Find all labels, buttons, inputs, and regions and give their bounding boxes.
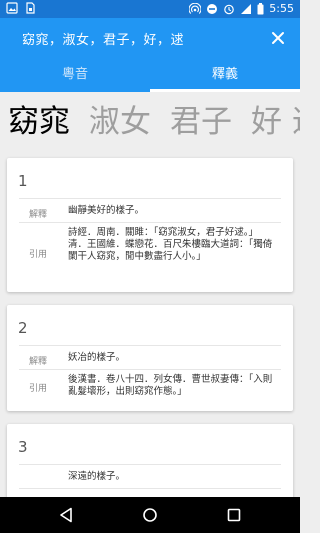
card-number: 1 xyxy=(18,172,28,190)
row-label: 引用 xyxy=(29,250,48,260)
row-label: 引用 xyxy=(29,384,48,394)
tab-definition[interactable]: 釋義 xyxy=(150,58,300,92)
definition-card: 2 解釋 妖冶的樣子。 引用 後漢書．卷八十四．列女傳．曹世叔妻傳：「入則亂髮壞… xyxy=(7,305,293,411)
lte-signal-icon xyxy=(240,3,252,15)
close-icon xyxy=(272,32,284,44)
word-item[interactable]: 淑女 xyxy=(89,102,151,142)
definition-row: 解釋 幽靜美好的樣子。 xyxy=(19,198,281,222)
tab-cantonese[interactable]: 粵音 xyxy=(0,58,150,92)
image-notification-icon xyxy=(6,2,18,14)
battery-icon xyxy=(257,3,264,15)
citation-row: 引用 後漢書．卷八十四．列女傳．曹世叔妻傳：「入則亂髮壞形，出則窈窕作態。」 xyxy=(19,369,281,405)
definition-row: 深遠的樣子。 xyxy=(19,464,281,488)
word-item-current[interactable]: 窈窕 xyxy=(8,102,70,142)
row-label: 解釋 xyxy=(29,210,48,220)
home-button[interactable] xyxy=(140,505,160,525)
card-number: 3 xyxy=(18,438,28,456)
card-number: 2 xyxy=(18,319,28,337)
app-bar: 窈窕，淑女，君子，好，逑 xyxy=(0,18,300,58)
status-left xyxy=(6,2,36,14)
row-text: 後漢書．卷八十四．列女傳．曹世叔妻傳：「入則亂髮壞形，出則窈窕作態。」 xyxy=(68,374,273,397)
row-text: 詩經．周南．關雎：「窈窕淑女，君子好逑。」 清．王國維．蝶戀花．百尺朱樓臨大道詞… xyxy=(68,227,273,262)
row-label: 解釋 xyxy=(29,357,48,367)
row-text: 幽靜美好的樣子。 xyxy=(68,205,145,216)
tab-bar: 粵音 釋義 xyxy=(0,58,300,92)
back-icon xyxy=(60,507,72,523)
home-icon xyxy=(143,508,157,522)
recents-button[interactable] xyxy=(224,505,244,525)
search-query-title: 窈窕，淑女，君子，好，逑 xyxy=(22,33,185,48)
word-item[interactable]: 好 xyxy=(251,102,282,142)
hotspot-icon xyxy=(188,2,202,15)
status-right: 5:55 xyxy=(188,2,294,16)
row-text: 深遠的樣子。 xyxy=(68,471,126,482)
recents-icon xyxy=(227,508,241,522)
row-text: 妖冶的樣子。 xyxy=(68,352,126,363)
status-time: 5:55 xyxy=(269,2,294,15)
definition-card: 1 解釋 幽靜美好的樣子。 引用 詩經．周南．關雎：「窈窕淑女，君子好逑。」 清… xyxy=(7,158,293,292)
word-item[interactable]: 君子 xyxy=(170,102,232,142)
word-item[interactable]: 逑 xyxy=(292,102,300,142)
alarm-icon xyxy=(223,3,235,15)
sim-card-icon xyxy=(24,2,36,14)
screen: 5:55 窈窕，淑女，君子，好，逑 粵音 釋義 窈窕 淑女 君子 好 逑 1 解… xyxy=(0,0,300,533)
back-button[interactable] xyxy=(56,505,76,525)
status-bar: 5:55 xyxy=(0,0,300,18)
citation-row: 引用 詩經．周南．關雎：「窈窕淑女，君子好逑。」 清．王國維．蝶戀花．百尺朱樓臨… xyxy=(19,222,281,286)
word-strip: 窈窕 淑女 君子 好 逑 xyxy=(0,92,300,152)
close-button[interactable] xyxy=(266,26,290,50)
do-not-disturb-icon xyxy=(206,3,218,15)
definition-row: 解釋 妖冶的樣子。 xyxy=(19,345,281,369)
navigation-bar xyxy=(0,497,300,533)
